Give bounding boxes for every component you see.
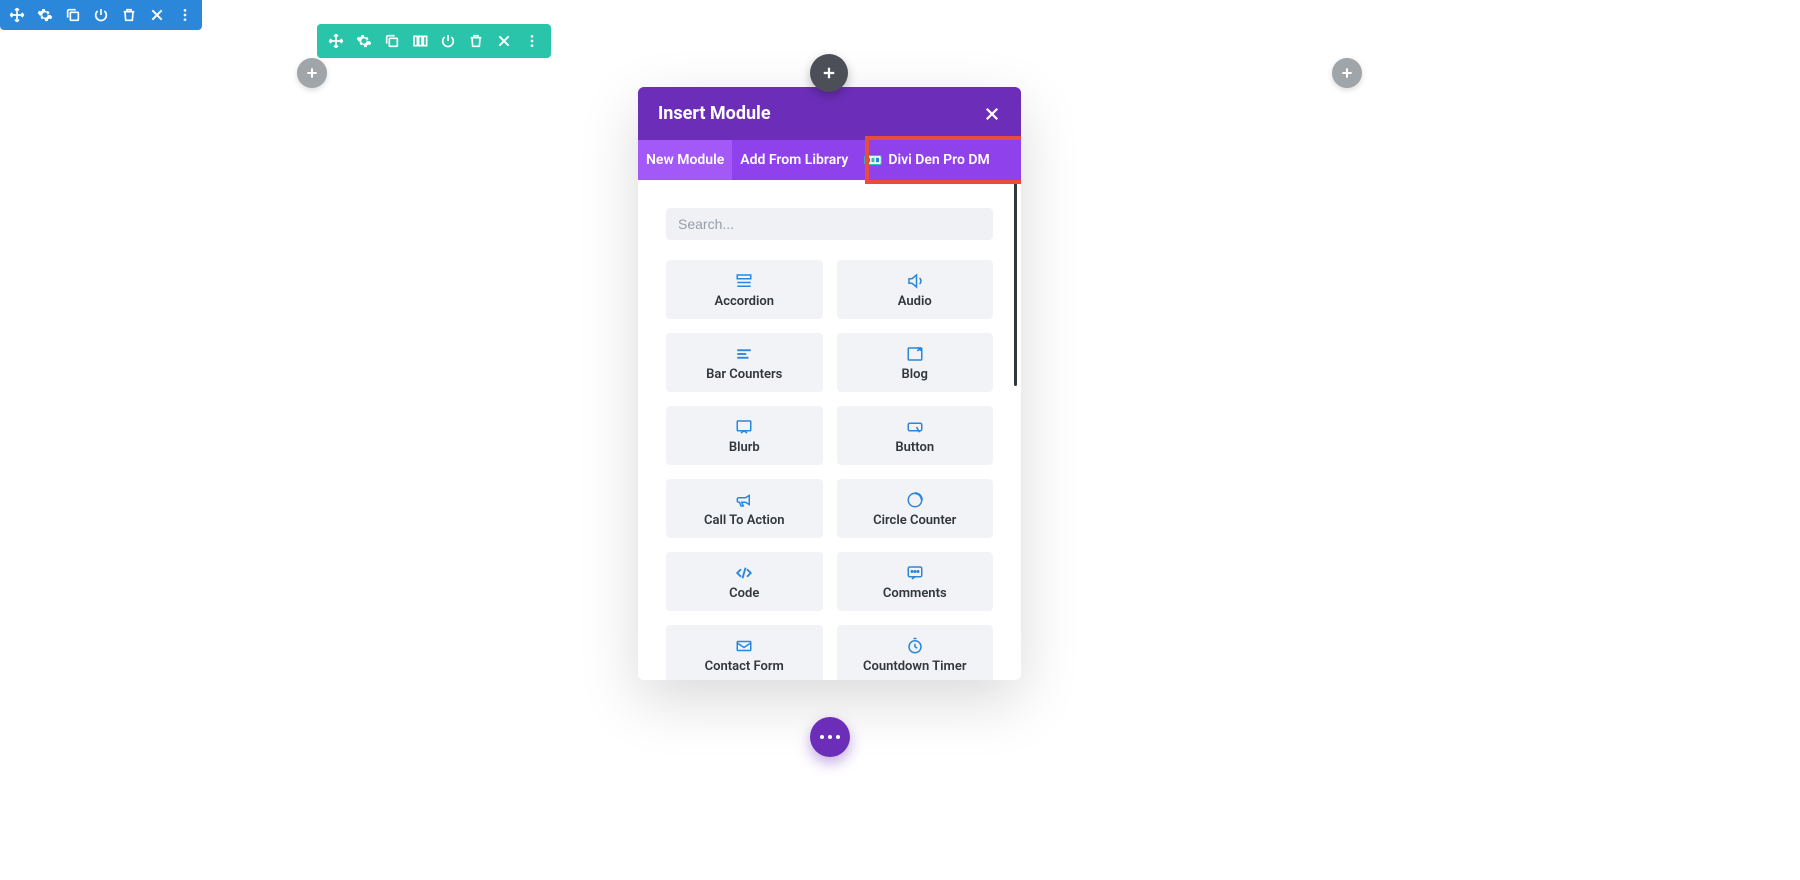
duplicate-icon[interactable]: [383, 32, 401, 50]
module-accordion[interactable]: Accordion: [666, 260, 823, 319]
dot-icon: [820, 735, 824, 739]
section-toolbar: [0, 0, 202, 30]
megaphone-icon: [734, 491, 754, 509]
insert-module-modal: Insert Module New Module Add From Librar…: [638, 87, 1021, 680]
module-grid: Accordion Audio Bar Counters Blog: [666, 260, 993, 680]
module-label: Comments: [883, 586, 947, 601]
bar-counters-icon: [734, 345, 754, 363]
module-countdown-timer[interactable]: Countdown Timer: [837, 625, 994, 680]
tab-new-module[interactable]: New Module: [638, 140, 732, 180]
tab-label: Add From Library: [740, 152, 848, 168]
more-icon[interactable]: [523, 32, 541, 50]
trash-icon[interactable]: [120, 6, 138, 24]
close-icon[interactable]: [148, 6, 166, 24]
row-toolbar: [317, 24, 551, 58]
columns-icon[interactable]: [411, 32, 429, 50]
duplicate-icon[interactable]: [64, 6, 82, 24]
tab-label: New Module: [646, 152, 724, 168]
module-comments[interactable]: Comments: [837, 552, 994, 611]
module-code[interactable]: Code: [666, 552, 823, 611]
module-label: Button: [895, 440, 934, 455]
gear-icon[interactable]: [36, 6, 54, 24]
add-module-right-button[interactable]: [1332, 58, 1362, 88]
tab-label: Divi Den Pro DM: [888, 152, 989, 168]
move-icon[interactable]: [8, 6, 26, 24]
module-call-to-action[interactable]: Call To Action: [666, 479, 823, 538]
module-label: Blog: [902, 367, 928, 382]
module-bar-counters[interactable]: Bar Counters: [666, 333, 823, 392]
tab-divi-den-pro[interactable]: Divi Den Pro DM: [856, 140, 997, 180]
module-button[interactable]: Button: [837, 406, 994, 465]
close-icon[interactable]: [495, 32, 513, 50]
module-label: Blurb: [729, 440, 760, 455]
module-label: Bar Counters: [706, 367, 782, 382]
module-blog[interactable]: Blog: [837, 333, 994, 392]
timer-icon: [905, 637, 925, 655]
module-contact-form[interactable]: Contact Form: [666, 625, 823, 680]
envelope-icon: [734, 637, 754, 655]
add-module-center-button[interactable]: [810, 54, 848, 92]
module-label: Countdown Timer: [863, 659, 967, 674]
code-icon: [734, 564, 754, 582]
circle-counter-icon: [905, 491, 925, 509]
modal-tabs: New Module Add From Library Divi Den Pro…: [638, 140, 1021, 180]
comments-icon: [905, 564, 925, 582]
modal-body: Accordion Audio Bar Counters Blog: [638, 180, 1021, 680]
module-circle-counter[interactable]: Circle Counter: [837, 479, 994, 538]
power-icon[interactable]: [92, 6, 110, 24]
move-icon[interactable]: [327, 32, 345, 50]
module-label: Contact Form: [705, 659, 784, 674]
search-input[interactable]: [666, 208, 993, 240]
blurb-icon: [734, 418, 754, 436]
add-module-left-button[interactable]: [297, 58, 327, 88]
dot-icon: [828, 735, 832, 739]
audio-icon: [905, 272, 925, 290]
modal-title: Insert Module: [658, 103, 771, 124]
builder-fab-button[interactable]: [810, 717, 850, 757]
module-label: Circle Counter: [873, 513, 956, 528]
modal-close-button[interactable]: [983, 105, 1001, 123]
module-label: Code: [729, 586, 759, 601]
module-audio[interactable]: Audio: [837, 260, 994, 319]
dot-icon: [836, 735, 840, 739]
modal-header: Insert Module: [638, 87, 1021, 140]
more-icon[interactable]: [176, 6, 194, 24]
divi-den-icon: [864, 153, 882, 167]
module-label: Accordion: [715, 294, 774, 309]
accordion-icon: [734, 272, 754, 290]
button-icon: [905, 418, 925, 436]
module-label: Audio: [898, 294, 932, 309]
trash-icon[interactable]: [467, 32, 485, 50]
tab-add-from-library[interactable]: Add From Library: [732, 140, 856, 180]
module-label: Call To Action: [704, 513, 785, 528]
power-icon[interactable]: [439, 32, 457, 50]
gear-icon[interactable]: [355, 32, 373, 50]
blog-icon: [905, 345, 925, 363]
module-blurb[interactable]: Blurb: [666, 406, 823, 465]
